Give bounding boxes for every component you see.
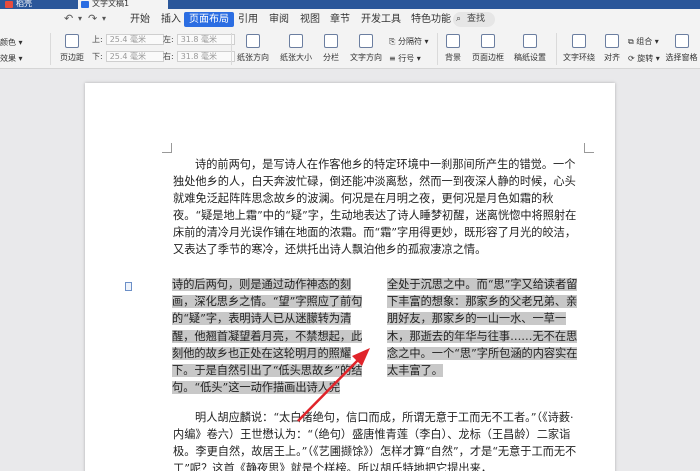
annotation-arrow [297,348,370,422]
arrow-shaft [297,355,363,422]
